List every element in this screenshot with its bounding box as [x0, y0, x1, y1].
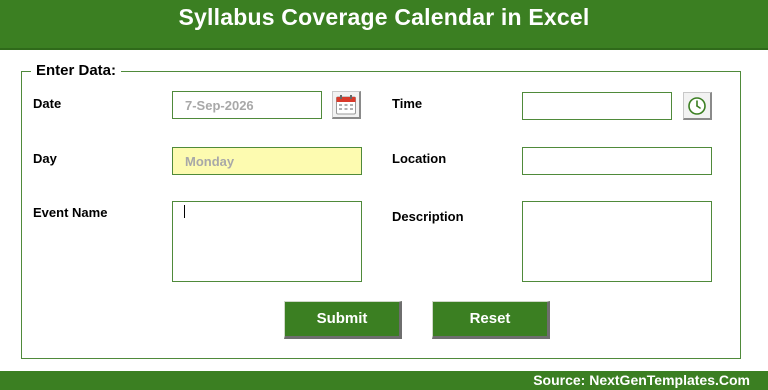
description-label: Description	[392, 209, 464, 224]
footer-bar: Source: NextGenTemplates.Com	[0, 371, 768, 390]
time-field[interactable]	[522, 92, 672, 120]
day-field[interactable]	[172, 147, 362, 175]
day-label: Day	[33, 151, 57, 166]
event-name-field[interactable]	[172, 201, 362, 282]
clock-icon	[688, 96, 706, 115]
time-picker-button[interactable]	[683, 92, 712, 120]
time-label: Time	[392, 96, 423, 111]
location-label: Location	[392, 151, 447, 166]
source-credit: Source: NextGenTemplates.Com	[533, 372, 750, 388]
text-cursor	[184, 205, 185, 218]
description-field[interactable]	[522, 201, 712, 282]
date-label: Date	[33, 96, 62, 111]
date-picker-button[interactable]	[332, 91, 361, 119]
submit-button[interactable]: Submit	[284, 301, 402, 339]
page-title: Syllabus Coverage Calendar in Excel	[178, 4, 590, 30]
reset-button[interactable]: Reset	[432, 301, 550, 339]
date-field[interactable]	[172, 91, 322, 119]
calendar-icon	[336, 94, 356, 114]
location-field[interactable]	[522, 147, 712, 175]
title-bar: Syllabus Coverage Calendar in Excel	[0, 0, 768, 50]
event-name-label: Event Name	[33, 205, 108, 220]
enter-data-legend: Enter Data:	[31, 62, 122, 79]
